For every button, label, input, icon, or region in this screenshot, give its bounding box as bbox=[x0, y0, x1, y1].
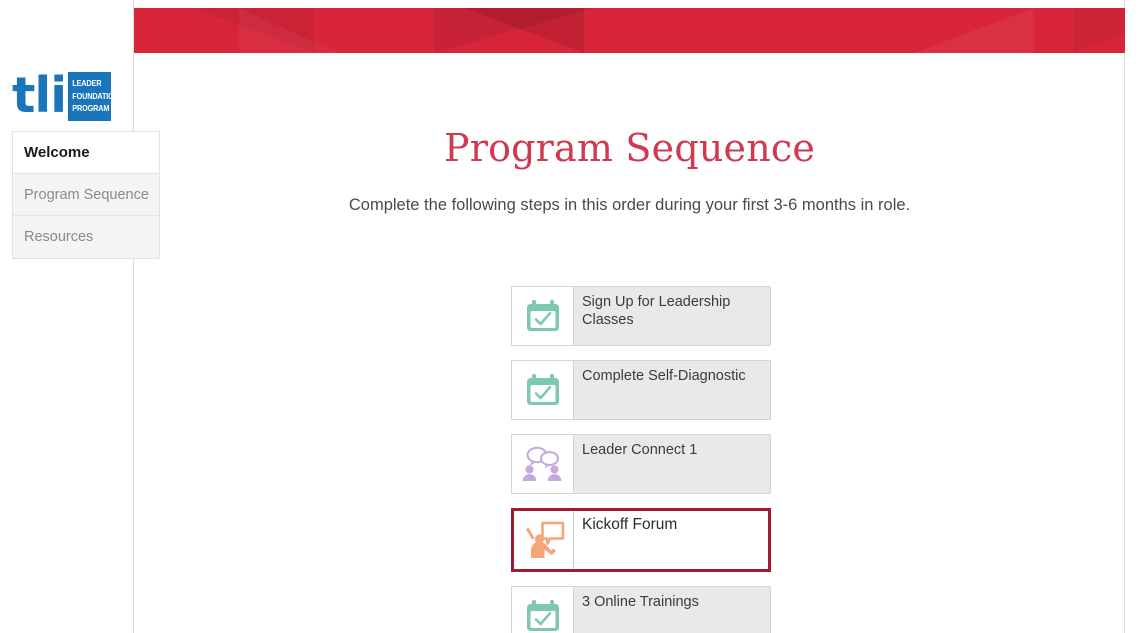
banner-facet bbox=[464, 8, 584, 53]
page-subtitle: Complete the following steps in this ord… bbox=[348, 196, 911, 214]
sidebar-item-welcome[interactable]: Welcome bbox=[13, 132, 159, 174]
step-label: 3 Online Trainings bbox=[582, 594, 699, 610]
step-card-leader-connect-1[interactable]: Leader Connect 1 bbox=[511, 434, 771, 494]
sidebar-item-label: Welcome bbox=[24, 144, 90, 161]
logo-tagline-box: LEADER FOUNDATIONS PROGRAM bbox=[68, 72, 124, 121]
step-label: Sign Up for Leadership Classes bbox=[582, 294, 731, 328]
step-card-kickoff-forum[interactable]: Kickoff Forum bbox=[511, 508, 771, 572]
tli-logo[interactable]: tli LEADER FOUNDATIONS PROGRAM bbox=[12, 63, 124, 124]
logo-wordmark: tli bbox=[12, 67, 67, 124]
calendar-check-icon bbox=[512, 287, 574, 345]
step-label: Leader Connect 1 bbox=[582, 442, 698, 458]
logo-tagline-line-3: PROGRAM bbox=[72, 103, 110, 113]
sidebar-item-label: Program Sequence bbox=[24, 186, 149, 203]
content-column: Program Sequence Complete the following … bbox=[133, 0, 1125, 633]
header-banner bbox=[134, 8, 1125, 53]
step-card-complete-self-diagnostic[interactable]: Complete Self-Diagnostic bbox=[511, 360, 771, 420]
program-step-list: Sign Up for Leadership Classes Complete … bbox=[511, 286, 771, 633]
sidebar-nav: Welcome Program Sequence Resources bbox=[12, 131, 160, 259]
sidebar-item-label: Resources bbox=[24, 229, 94, 245]
banner-facet bbox=[914, 8, 1034, 53]
two-people-speech-icon bbox=[512, 435, 574, 493]
banner-facet bbox=[239, 8, 339, 53]
banner-facet bbox=[1074, 8, 1125, 53]
page-root: Program Sequence Complete the following … bbox=[0, 0, 1140, 633]
step-label: Complete Self-Diagnostic bbox=[582, 368, 746, 384]
presenter-speech-icon bbox=[514, 511, 574, 569]
step-card-3-online-trainings[interactable]: 3 Online Trainings bbox=[511, 586, 771, 633]
calendar-check-icon bbox=[512, 361, 574, 419]
sidebar-item-resources[interactable]: Resources bbox=[13, 216, 159, 258]
logo-tagline-line-2: FOUNDATIONS bbox=[72, 90, 124, 101]
page-title: Program Sequence bbox=[443, 126, 816, 170]
step-card-sign-up-for-leadership-classes[interactable]: Sign Up for Leadership Classes bbox=[511, 286, 771, 346]
logo-tagline-line-1: LEADER bbox=[72, 78, 102, 88]
sidebar-item-program-sequence[interactable]: Program Sequence bbox=[13, 174, 159, 216]
step-label: Kickoff Forum bbox=[582, 516, 678, 533]
calendar-check-icon bbox=[512, 587, 574, 633]
